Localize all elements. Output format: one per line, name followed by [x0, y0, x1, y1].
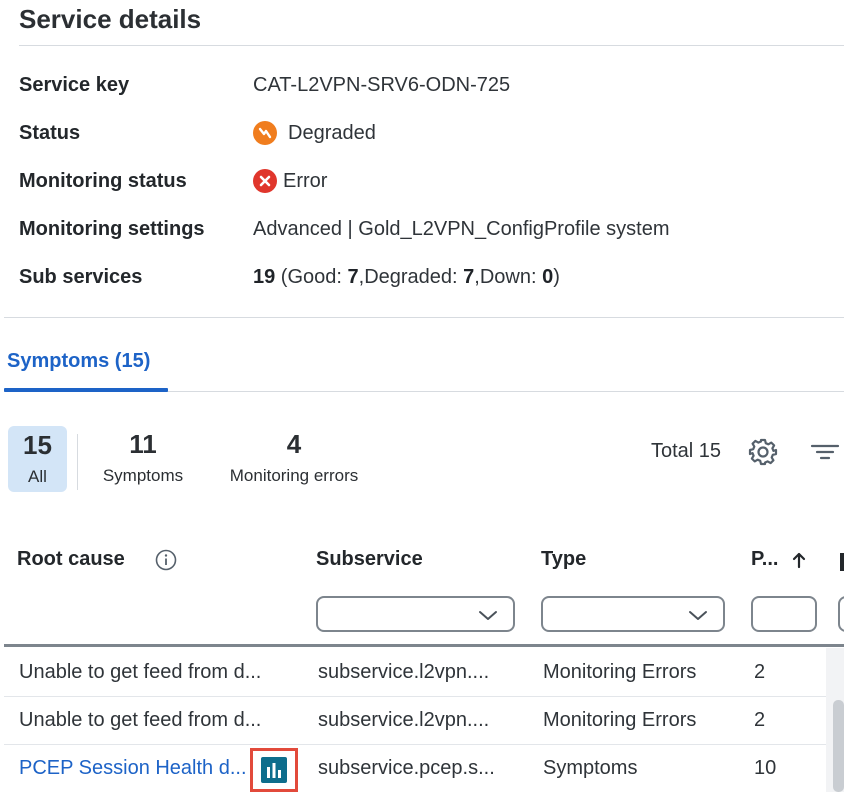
next-column-filter-input[interactable] [838, 596, 844, 632]
p-filter-input[interactable] [751, 596, 817, 632]
row-1-p: 2 [754, 661, 766, 683]
degraded-icon [253, 121, 277, 145]
row-3-root-cause-link[interactable]: PCEP Session Health d... [19, 757, 247, 780]
error-icon [253, 169, 277, 193]
chart-button[interactable] [250, 748, 298, 792]
sub-services-down: 0 [542, 266, 554, 288]
column-subservice[interactable]: Subservice [316, 548, 423, 571]
column-overflow-marker [840, 553, 844, 571]
status-label: Status [19, 122, 81, 144]
filter-separator [77, 434, 78, 490]
column-type[interactable]: Type [541, 548, 586, 571]
sub-services-value: 19 (Good: 7 ,Degraded: 7 ,Down: 0 ) [253, 266, 560, 289]
tab-symptoms[interactable]: Symptoms (15) [7, 350, 150, 373]
row-2-subservice: subservice.l2vpn.... [318, 709, 490, 731]
status-value: Degraded [253, 121, 376, 145]
filter-symptoms-label: Symptoms [102, 466, 184, 485]
filter-monitoring-errors-label: Monitoring errors [229, 466, 359, 485]
column-p-label: P... [751, 548, 779, 570]
monitoring-settings-text: Advanced | Gold_L2VPN_ConfigProfile syst… [253, 218, 670, 240]
sub-services-degraded-label: ,Degraded: [358, 266, 464, 288]
sub-services-down-label: ,Down: [474, 266, 543, 288]
sub-services-label: Sub services [19, 266, 143, 288]
filter-lines-icon[interactable] [810, 440, 840, 464]
column-root-cause-label: Root cause [17, 548, 125, 570]
filter-all-label: All [28, 467, 47, 486]
row-1-type: Monitoring Errors [543, 661, 697, 683]
filter-all[interactable]: 15 All [8, 426, 67, 492]
chevron-down-icon [479, 611, 497, 620]
row-divider [4, 744, 826, 745]
sub-services-good: 7 [347, 266, 359, 288]
row-1-subservice: subservice.l2vpn.... [318, 661, 490, 683]
status-text: Degraded [288, 121, 376, 144]
info-icon[interactable] [155, 549, 177, 571]
chevron-down-icon [689, 611, 707, 620]
service-key-value: CAT-L2VPN-SRV6-ODN-725 [253, 74, 510, 97]
sub-services-degraded: 7 [463, 266, 475, 288]
subservice-filter-select[interactable] [316, 596, 515, 632]
row-3-subservice: subservice.pcep.s... [318, 757, 495, 779]
monitoring-settings-value: Advanced | Gold_L2VPN_ConfigProfile syst… [253, 218, 670, 241]
sort-ascending-icon[interactable] [792, 551, 806, 569]
column-p[interactable]: P... [751, 548, 806, 571]
service-key-label: Service key [19, 74, 130, 96]
filter-monitoring-errors[interactable]: 4 Monitoring errors [216, 430, 372, 486]
tab-active-indicator [4, 388, 168, 392]
row-divider [4, 696, 826, 697]
sub-services-total: 19 [253, 266, 276, 288]
service-key-text: CAT-L2VPN-SRV6-ODN-725 [253, 74, 511, 96]
monitoring-status-label: Monitoring status [19, 170, 187, 192]
monitoring-status-value: Error [253, 169, 327, 193]
gear-icon[interactable] [748, 437, 778, 467]
monitoring-settings-label: Monitoring settings [19, 218, 205, 240]
bar-chart-icon [261, 757, 287, 783]
section-divider [4, 317, 844, 318]
filter-all-count: 15 [23, 430, 52, 460]
filter-monitoring-errors-count: 4 [286, 429, 302, 459]
sub-services-close: ) [553, 266, 560, 288]
table-scrollbar-thumb[interactable] [833, 700, 844, 792]
table-header-divider [4, 644, 844, 647]
total-count: Total 15 [651, 440, 722, 462]
row-1-root-cause: Unable to get feed from d... [19, 661, 262, 683]
row-2-type: Monitoring Errors [543, 709, 697, 731]
sub-services-open: (Good: [275, 266, 348, 288]
filter-symptoms-count: 11 [129, 429, 157, 459]
row-2-root-cause: Unable to get feed from d... [19, 709, 262, 731]
type-filter-select[interactable] [541, 596, 725, 632]
page-title: Service details [19, 4, 202, 34]
row-2-p: 2 [754, 709, 766, 731]
filter-symptoms[interactable]: 11 Symptoms [96, 430, 190, 486]
column-root-cause[interactable]: Root cause [17, 548, 177, 571]
monitoring-status-text: Error [283, 169, 328, 192]
row-3-p: 10 [754, 757, 777, 779]
title-divider [19, 45, 844, 46]
row-3-type: Symptoms [543, 757, 638, 779]
